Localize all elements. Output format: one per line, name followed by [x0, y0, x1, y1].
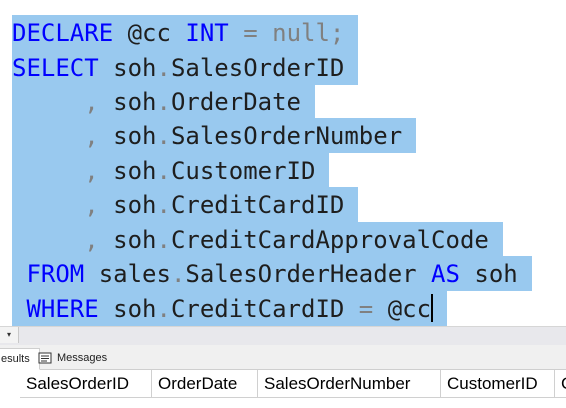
code-line[interactable]: SELECT soh.SalesOrderID	[12, 50, 359, 85]
code-token: =	[358, 295, 374, 323]
code-token: = null;	[228, 19, 345, 47]
code-token: ,	[12, 88, 99, 116]
code-line[interactable]: FROM sales.SalesOrderHeader AS soh	[12, 256, 532, 291]
code-token: .	[156, 295, 171, 323]
column-header[interactable]: OrderDate	[152, 370, 258, 398]
tab-messages-label: Messages	[57, 352, 108, 364]
code-token: CreditCardID	[170, 191, 345, 219]
code-token: ,	[12, 191, 99, 219]
code-token: soh	[98, 54, 157, 82]
code-line[interactable]: , soh.OrderDate	[12, 84, 315, 119]
column-header[interactable]: CustomerID	[441, 370, 555, 398]
code-token: soh	[98, 157, 157, 185]
code-token: .	[170, 260, 186, 288]
code-token: SalesOrderID	[170, 54, 345, 82]
code-token: ,	[12, 122, 99, 150]
code-token: ,	[12, 226, 99, 254]
results-tabbar: esults Messages	[0, 345, 566, 370]
code-line[interactable]: DECLARE @cc INT = null;	[12, 15, 359, 50]
code-token: INT	[185, 19, 229, 47]
code-line[interactable]: WHERE soh.CreditCardID = @cc	[12, 291, 448, 326]
code-token: SalesOrderHeader	[185, 260, 432, 288]
code-token: AS	[431, 260, 460, 288]
query-editor[interactable]: DECLARE @cc INT = null; SELECT soh.SalesO…	[0, 0, 566, 326]
column-header[interactable]: SalesOrderNumber	[258, 370, 441, 398]
tab-results-label: esults	[1, 353, 30, 365]
code-token: soh	[98, 295, 157, 323]
tab-messages[interactable]: Messages	[34, 348, 111, 368]
code-token: @cc	[113, 19, 186, 47]
code-token: @cc	[373, 295, 432, 323]
code-token: .	[156, 191, 171, 219]
chevron-down-icon: ▾	[6, 330, 11, 339]
code-token: CreditCardID	[170, 295, 359, 323]
code-token: .	[156, 157, 171, 185]
horizontal-scrollbar[interactable]	[0, 326, 566, 345]
code-line[interactable]: , soh.CustomerID	[12, 153, 330, 188]
code-token: soh	[459, 260, 518, 288]
code-token: .	[156, 88, 171, 116]
results-grid[interactable]: SalesOrderID OrderDate SalesOrderNumber …	[0, 370, 566, 408]
code-token: SELECT	[12, 54, 99, 82]
code-token: .	[156, 226, 171, 254]
code-token: .	[156, 122, 171, 150]
code-token: soh	[98, 191, 157, 219]
code-token: soh	[98, 122, 157, 150]
code-token: sales	[84, 260, 171, 288]
code-token: FROM	[12, 260, 85, 288]
code-line[interactable]: , soh.CreditCardApprovalCode	[12, 222, 503, 257]
zoom-dropdown[interactable]: ▾	[0, 327, 19, 343]
code-token: CreditCardApprovalCode	[170, 226, 489, 254]
messages-icon	[38, 351, 52, 364]
code-token: soh	[98, 88, 157, 116]
text-cursor	[431, 294, 434, 322]
code-token: soh	[98, 226, 157, 254]
code-token: .	[156, 54, 171, 82]
code-token: DECLARE	[12, 19, 114, 47]
code-token: ,	[12, 157, 99, 185]
column-header[interactable]: C	[555, 370, 566, 398]
code-token: CustomerID	[170, 157, 316, 185]
column-header[interactable]: SalesOrderID	[20, 370, 152, 398]
code-token: OrderDate	[170, 88, 301, 116]
code-token: SalesOrderNumber	[170, 122, 403, 150]
code-line[interactable]: , soh.SalesOrderNumber	[12, 118, 417, 153]
code-token: WHERE	[12, 295, 99, 323]
code-line[interactable]: , soh.CreditCardID	[12, 187, 359, 222]
